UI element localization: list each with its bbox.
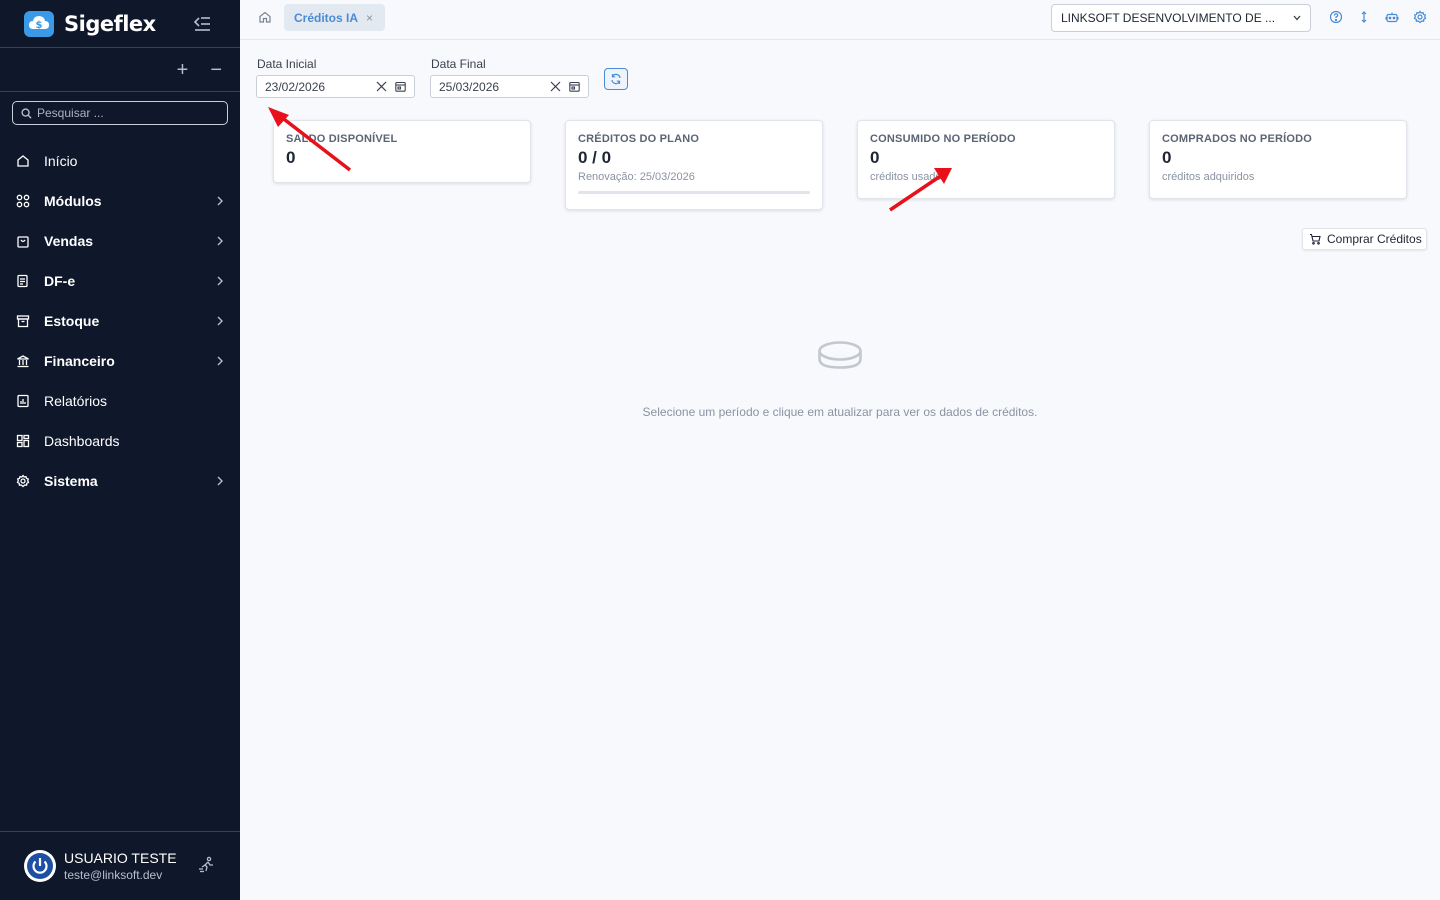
start-date-label: Data Inicial — [257, 57, 317, 71]
card-value: 0 — [286, 148, 296, 167]
brand: $ Sigeflex — [0, 0, 240, 48]
card-sub: créditos adquiridos — [1162, 171, 1255, 183]
buy-credits-button[interactable]: Comprar Créditos — [1302, 228, 1427, 250]
card-saldo-disponivel: SALDO DISPONÍVEL 0 — [273, 120, 531, 183]
card-creditos-do-plano: CRÉDITOS DO PLANO 0 / 0 Renovação: 25/03… — [565, 120, 823, 210]
chevron-right-icon — [217, 476, 223, 486]
tab-creditos-ia[interactable]: Créditos IA × — [284, 4, 386, 31]
expand-collapse-row: + − — [0, 48, 240, 92]
expand-all-button[interactable]: + — [177, 60, 189, 80]
card-title: CRÉDITOS DO PLANO — [578, 133, 700, 145]
plan-progress-bar — [578, 191, 810, 194]
sidebar-item-label: Financeiro — [44, 353, 115, 369]
chevron-right-icon — [217, 196, 223, 206]
card-sub: créditos usados — [870, 171, 948, 183]
sidebar-item-dashboards[interactable]: Dashboards — [0, 421, 240, 461]
chevron-right-icon — [217, 236, 223, 246]
topbar: Créditos IA × LINKSOFT DESENVOLVIMENTO D… — [240, 0, 1440, 40]
user-info: USUARIO TESTE teste@linksoft.dev — [64, 850, 177, 882]
grid-icon — [16, 194, 30, 208]
sigeflex-logo-icon: $ — [24, 10, 54, 37]
calendar-icon[interactable] — [395, 81, 406, 92]
gear-icon — [16, 474, 30, 488]
sidebar-item-label: Módulos — [44, 193, 102, 209]
buy-credits-label: Comprar Créditos — [1327, 232, 1422, 246]
empty-state-message: Selecione um período e clique em atualiz… — [642, 405, 1038, 419]
svg-text:$: $ — [36, 20, 43, 31]
card-title: COMPRADOS NO PERÍODO — [1162, 133, 1313, 145]
sidebar-item-financeiro[interactable]: Financeiro — [0, 341, 240, 381]
help-icon[interactable] — [1329, 10, 1343, 24]
sidebar-item-dfe[interactable]: DF-e — [0, 261, 240, 301]
card-title: SALDO DISPONÍVEL — [286, 133, 398, 145]
sidebar-item-vendas[interactable]: Vendas — [0, 221, 240, 261]
user-panel: USUARIO TESTE teste@linksoft.dev — [0, 831, 240, 900]
sidebar-item-label: DF-e — [44, 273, 76, 289]
chevron-right-icon — [217, 316, 223, 326]
tab-label: Créditos IA — [294, 10, 359, 25]
archive-box-icon — [16, 314, 30, 328]
card-title: CONSUMIDO NO PERÍODO — [870, 133, 1016, 145]
search-input[interactable] — [37, 106, 217, 120]
power-icon — [27, 853, 53, 879]
chevron-down-icon — [1293, 15, 1301, 21]
robot-icon[interactable] — [1385, 10, 1399, 24]
sidebar-item-label: Relatórios — [44, 393, 108, 409]
start-date-field[interactable] — [256, 75, 415, 98]
user-email: teste@linksoft.dev — [64, 868, 163, 882]
sidebar-item-label: Vendas — [44, 233, 94, 249]
home-icon[interactable] — [258, 10, 272, 24]
company-select-value: LINKSOFT DESENVOLVIMENTO DE ... — [1061, 11, 1276, 25]
shopping-bag-icon — [16, 234, 30, 248]
card-value: 0 / 0 — [578, 148, 612, 167]
card-consumido-no-periodo: CONSUMIDO NO PERÍODO 0 créditos usados — [857, 120, 1115, 199]
chevron-right-icon — [217, 276, 223, 286]
close-icon[interactable]: × — [366, 11, 373, 25]
report-icon — [16, 394, 30, 408]
home-icon — [16, 154, 30, 168]
calendar-icon[interactable] — [569, 81, 580, 92]
sidebar-item-sistema[interactable]: Sistema — [0, 461, 240, 501]
chevron-right-icon — [217, 356, 223, 366]
document-icon — [16, 274, 30, 288]
topbar-icons — [1329, 10, 1427, 24]
end-date-input[interactable] — [439, 79, 539, 94]
card-comprados-no-periodo: COMPRADOS NO PERÍODO 0 créditos adquirid… — [1149, 120, 1407, 199]
start-date-input[interactable] — [265, 79, 365, 94]
sidebar-item-inicio[interactable]: Início — [0, 141, 240, 181]
company-select[interactable]: LINKSOFT DESENVOLVIMENTO DE ... — [1051, 4, 1311, 32]
sidebar-item-label: Sistema — [44, 473, 98, 489]
sidebar-search[interactable] — [12, 101, 228, 125]
card-value: 0 — [1162, 148, 1172, 167]
bank-icon — [16, 354, 30, 368]
search-icon — [21, 107, 32, 119]
avatar[interactable] — [24, 850, 56, 882]
user-name: USUARIO TESTE — [64, 850, 177, 866]
cart-icon — [1310, 233, 1321, 245]
brand-name: Sigeflex — [64, 11, 156, 36]
logout-icon[interactable] — [198, 856, 216, 874]
settings-icon[interactable] — [1413, 10, 1427, 24]
clear-icon[interactable] — [550, 81, 561, 92]
collapse-all-button[interactable]: − — [210, 60, 222, 80]
clear-icon[interactable] — [376, 81, 387, 92]
collapse-sidebar-icon[interactable] — [192, 14, 212, 34]
coin-icon — [818, 341, 862, 369]
dashboard-icon — [16, 434, 30, 448]
sidebar-menu: Início Módulos Vendas DF-e Estoque Finan… — [0, 141, 240, 501]
end-date-label: Data Final — [431, 57, 486, 71]
refresh-button[interactable] — [604, 68, 628, 90]
card-renewal: Renovação: 25/03/2026 — [578, 171, 695, 183]
sidebar-item-label: Início — [44, 153, 78, 169]
vertical-arrows-icon[interactable] — [1357, 10, 1371, 24]
refresh-icon — [611, 73, 621, 85]
sidebar-item-relatorios[interactable]: Relatórios — [0, 381, 240, 421]
sidebar-item-label: Dashboards — [44, 433, 120, 449]
card-value: 0 — [870, 148, 880, 167]
sidebar-item-modulos[interactable]: Módulos — [0, 181, 240, 221]
sidebar-item-label: Estoque — [44, 313, 100, 329]
sidebar-item-estoque[interactable]: Estoque — [0, 301, 240, 341]
end-date-field[interactable] — [430, 75, 589, 98]
sidebar: $ Sigeflex + − Início Módulos Vendas — [0, 0, 240, 900]
